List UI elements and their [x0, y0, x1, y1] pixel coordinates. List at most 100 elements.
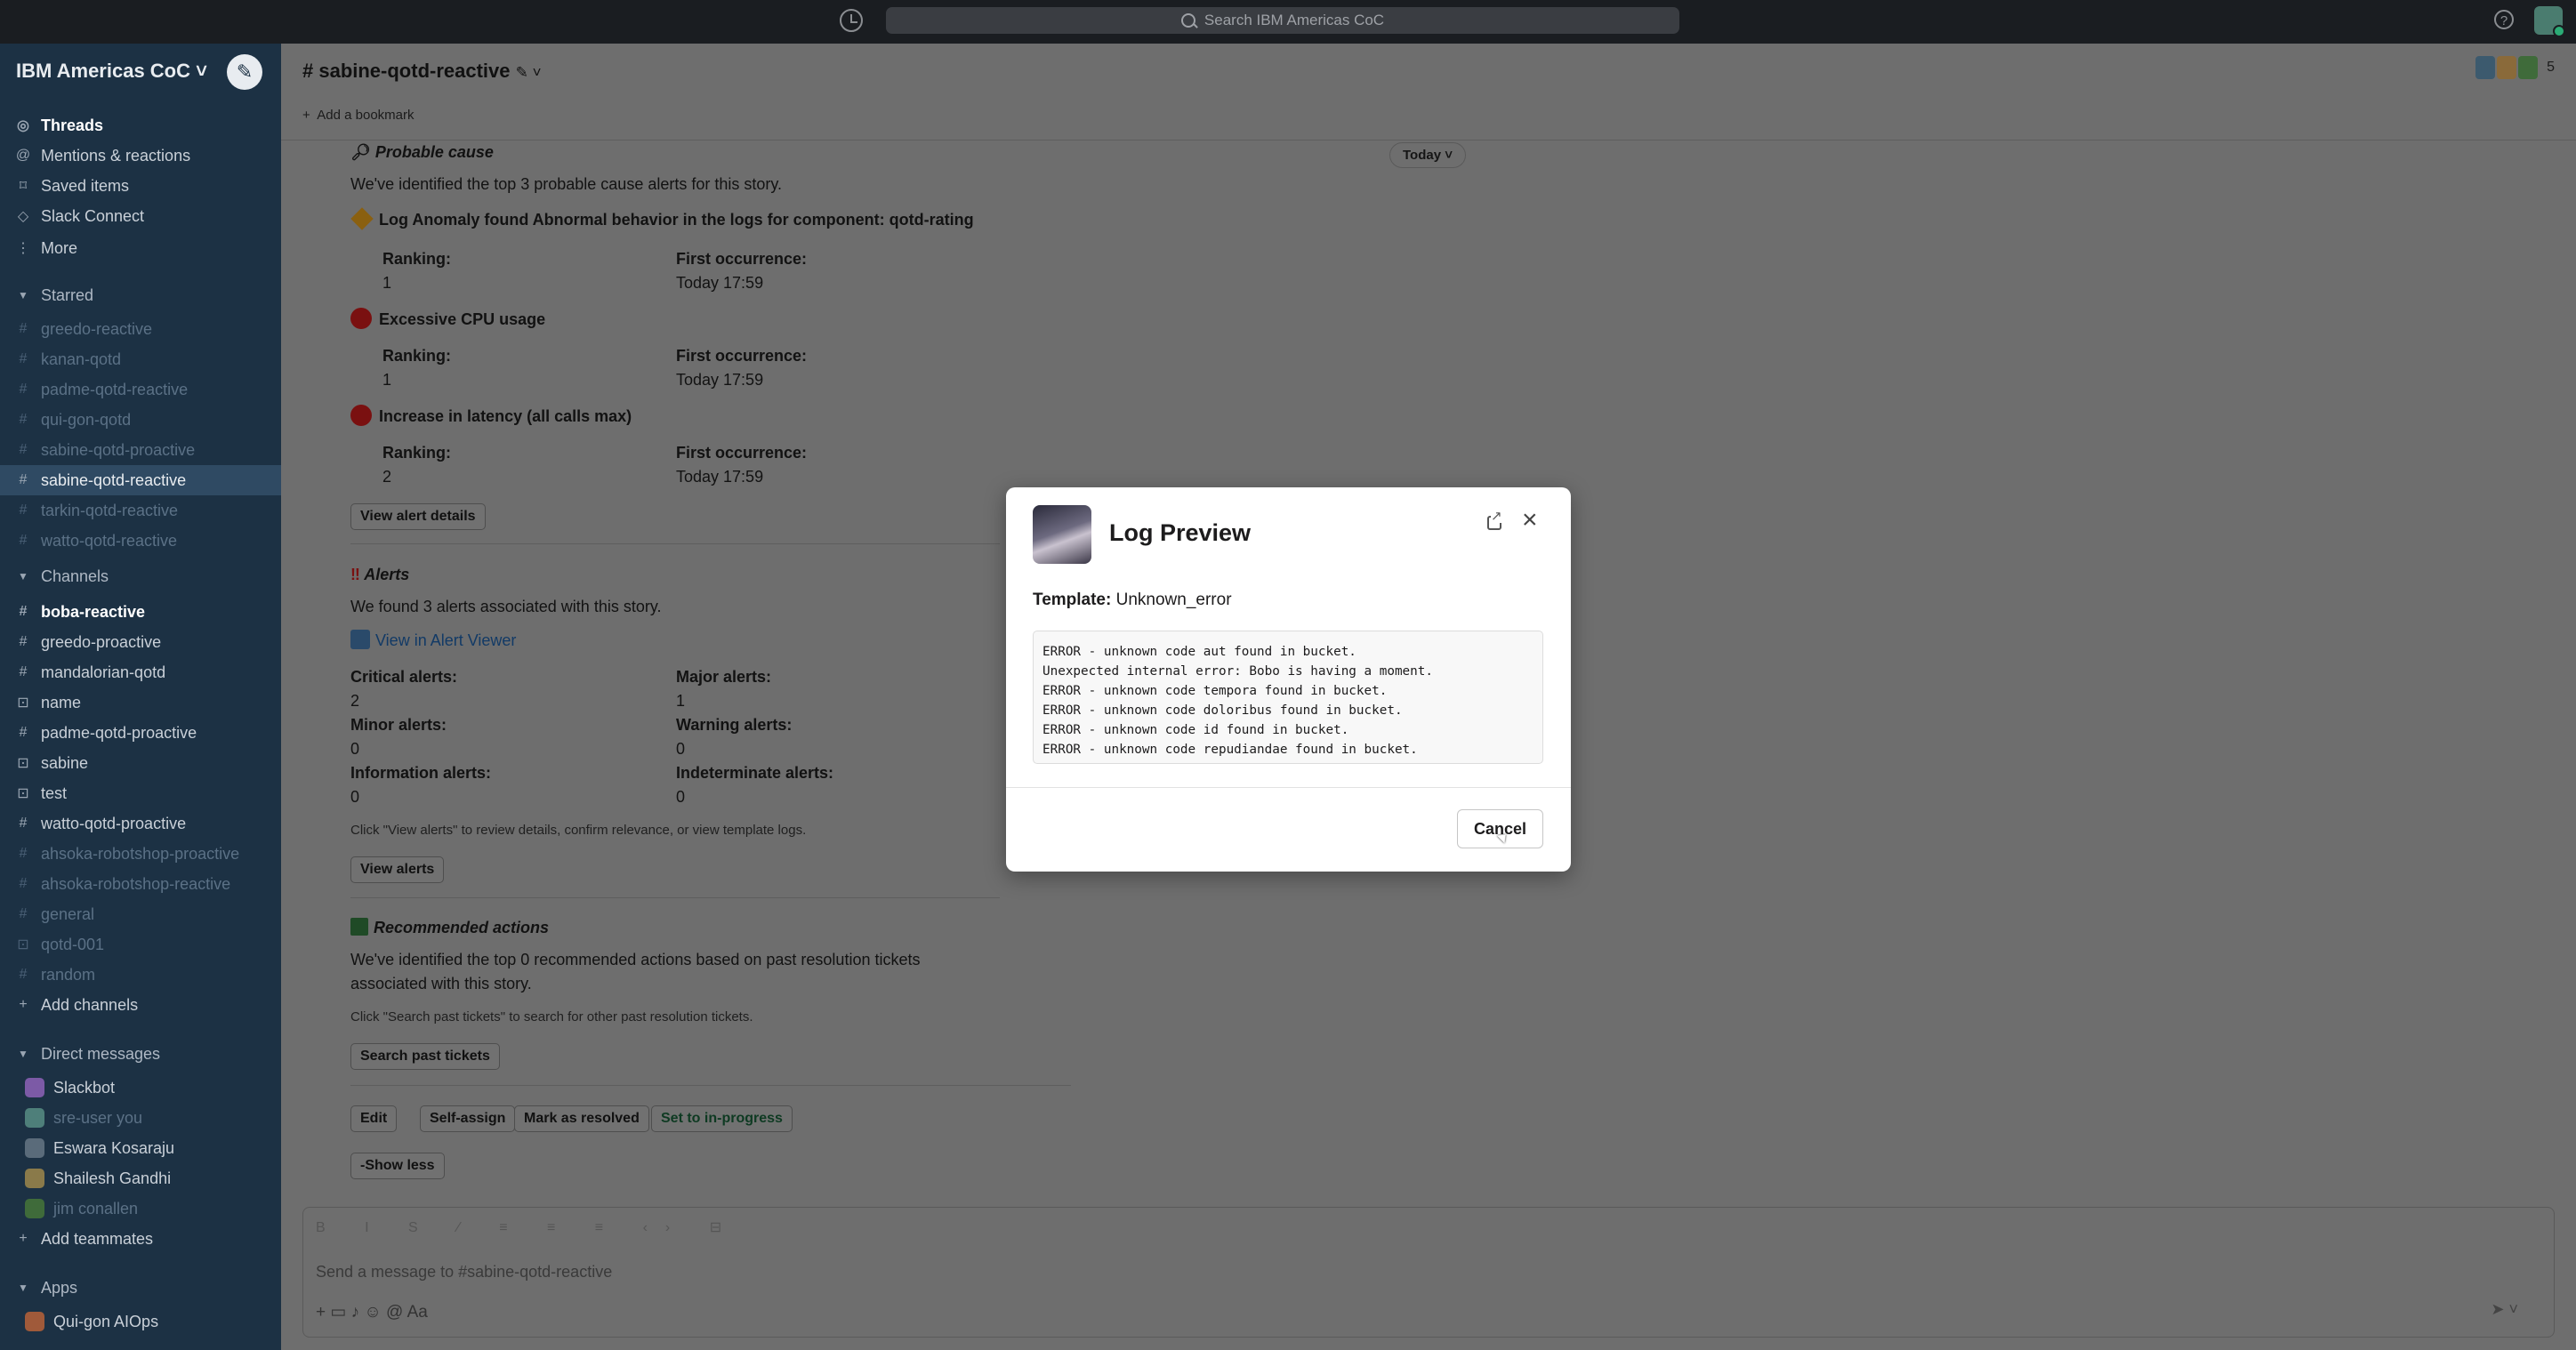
- ranking-value: 1: [382, 274, 392, 292]
- alerts-heading: ‼ Alerts: [350, 566, 410, 583]
- magnifier-icon: 🔎︎: [350, 143, 371, 161]
- section-starred[interactable]: ▼ Starred: [0, 280, 281, 310]
- view-alerts-button[interactable]: View alerts: [350, 856, 445, 883]
- minor-alerts-label: Minor alerts:: [350, 716, 447, 734]
- channel-item[interactable]: # tarkin-qotd-reactive: [0, 495, 281, 526]
- sidebar-item-mentions[interactable]: @ Mentions & reactions: [0, 141, 281, 171]
- hash-icon: #: [19, 442, 28, 457]
- message-composer[interactable]: B I S ⁄ ≡ ≡ ≡ ‹› ⊟ Send a message to #sa…: [302, 1207, 2555, 1338]
- alert-title: Log Anomaly found Abnormal behavior in t…: [350, 207, 974, 230]
- channel-item[interactable]: # greedo-proactive: [0, 627, 281, 657]
- caret-down-icon: ▼: [18, 1048, 28, 1060]
- sidebar-item-slack-connect[interactable]: ◇ Slack Connect: [0, 201, 281, 231]
- channel-item[interactable]: # general: [0, 899, 281, 929]
- lock-icon: ⊡: [17, 786, 29, 801]
- minor-alerts-value: 0: [350, 740, 360, 758]
- self-assign-button[interactable]: Self-assign: [420, 1105, 516, 1132]
- recommended-actions-heading: Recommended actions: [350, 918, 549, 937]
- show-less-button[interactable]: -Show less: [350, 1153, 445, 1179]
- log-code-block: ERROR - unknown code aut found in bucket…: [1033, 631, 1543, 764]
- probable-cause-desc: We've identified the top 3 probable caus…: [350, 175, 783, 193]
- sidebar-item-more[interactable]: ⋮ More: [0, 233, 281, 263]
- hash-icon: #: [19, 725, 28, 740]
- user-avatar[interactable]: [2534, 6, 2565, 37]
- view-alert-details-button[interactable]: View alert details: [350, 503, 486, 530]
- ranking-label: Ranking:: [382, 347, 452, 365]
- member-avatars[interactable]: 5: [2475, 56, 2555, 79]
- add-channels-button[interactable]: + Add channels: [0, 990, 281, 1020]
- add-teammates-button[interactable]: + Add teammates: [0, 1224, 281, 1254]
- log-line: Unexpected internal error: Bobo is havin…: [1042, 664, 1433, 679]
- major-alerts-label: Major alerts:: [676, 668, 772, 686]
- warning-alerts-label: Warning alerts:: [676, 716, 793, 734]
- help-icon[interactable]: ?: [2494, 10, 2514, 29]
- log-line: ERROR - unknown code doloribus found in …: [1042, 703, 1403, 718]
- channel-item[interactable]: ⊡ sabine: [0, 748, 281, 778]
- channel-item[interactable]: # padme-qotd-reactive: [0, 374, 281, 405]
- cancel-button[interactable]: Cancel: [1457, 809, 1543, 848]
- caret-down-icon: ▼: [18, 1282, 28, 1294]
- log-line: ERROR - unknown code id found in bucket.: [1042, 723, 1349, 737]
- edit-button[interactable]: Edit: [350, 1105, 398, 1132]
- formatting-toolbar[interactable]: B I S ⁄ ≡ ≡ ≡ ‹› ⊟: [316, 1218, 739, 1236]
- channel-item[interactable]: # watto-qotd-proactive: [0, 808, 281, 839]
- dm-item[interactable]: Eswara Kosaraju: [0, 1133, 281, 1163]
- channel-item[interactable]: # ahsoka-robotshop-reactive: [0, 869, 281, 899]
- channel-item[interactable]: # watto-qotd-reactive: [0, 526, 281, 556]
- first-occurrence-label: First occurrence:: [676, 347, 808, 365]
- dm-item[interactable]: sre-user you: [0, 1103, 281, 1133]
- sidebar-item-saved[interactable]: ⌑ Saved items: [0, 171, 281, 201]
- channel-item[interactable]: # mandalorian-qotd: [0, 657, 281, 687]
- view-in-alert-viewer-link[interactable]: View in Alert Viewer: [350, 630, 516, 650]
- history-icon[interactable]: [840, 9, 863, 32]
- channel-item[interactable]: ⊡ name: [0, 687, 281, 718]
- hash-icon: #: [19, 472, 28, 487]
- section-apps[interactable]: ▼ Apps: [0, 1273, 281, 1303]
- open-in-new-icon[interactable]: [1487, 510, 1502, 530]
- channel-item[interactable]: # random: [0, 960, 281, 990]
- date-divider-button[interactable]: Today ˅: [1389, 142, 1466, 168]
- divider: [350, 543, 1000, 544]
- channel-item[interactable]: # sabine-qotd-proactive: [0, 435, 281, 465]
- log-line: ERROR - unknown code aut found in bucket…: [1042, 645, 1356, 659]
- channel-item[interactable]: ⊡ test: [0, 778, 281, 808]
- channel-item[interactable]: # greedo-reactive: [0, 314, 281, 344]
- section-channels[interactable]: ▼ Channels: [0, 561, 281, 591]
- channel-settings-icon[interactable]: ✎ ˅: [516, 64, 542, 81]
- workspace-name[interactable]: IBM Americas CoC ˅: [16, 60, 207, 83]
- compose-icon[interactable]: ✎: [227, 54, 262, 90]
- channel-item[interactable]: # qui-gon-qotd: [0, 405, 281, 435]
- hash-icon: #: [19, 967, 28, 982]
- mark-as-resolved-button[interactable]: Mark as resolved: [514, 1105, 649, 1132]
- lock-icon: ⊡: [17, 695, 29, 711]
- send-icon[interactable]: ➤ ˅: [2491, 1300, 2518, 1319]
- at-icon: @: [15, 148, 31, 163]
- channel-item[interactable]: # boba-reactive: [0, 597, 281, 627]
- sidebar-item-threads[interactable]: ◎ Threads: [0, 110, 281, 141]
- divider: [350, 1085, 1071, 1086]
- dm-item[interactable]: Slackbot: [0, 1073, 281, 1103]
- channel-item[interactable]: # padme-qotd-proactive: [0, 718, 281, 748]
- search-past-tickets-button[interactable]: Search past tickets: [350, 1043, 500, 1070]
- hash-icon: #: [19, 412, 28, 427]
- message-input[interactable]: Send a message to #sabine-qotd-reactive: [316, 1263, 612, 1282]
- red-circle-icon: [350, 308, 372, 329]
- section-direct-messages[interactable]: ▼ Direct messages: [0, 1039, 281, 1069]
- search-input[interactable]: Search IBM Americas CoC: [886, 7, 1679, 34]
- close-icon[interactable]: ×: [1522, 507, 1538, 534]
- dm-item[interactable]: jim conallen: [0, 1193, 281, 1224]
- search-placeholder: Search IBM Americas CoC: [1203, 12, 1385, 28]
- major-alerts-value: 1: [676, 692, 686, 710]
- channel-item[interactable]: # kanan-qotd: [0, 344, 281, 374]
- add-bookmark-button[interactable]: + Add a bookmark: [302, 108, 415, 123]
- channel-item[interactable]: ⊡ qotd-001: [0, 929, 281, 960]
- channel-item[interactable]: # ahsoka-robotshop-proactive: [0, 839, 281, 869]
- channel-title[interactable]: # sabine-qotd-reactive ✎ ˅: [302, 60, 542, 83]
- dm-item[interactable]: Shailesh Gandhi: [0, 1163, 281, 1193]
- set-in-progress-button[interactable]: Set to in-progress: [651, 1105, 793, 1132]
- composer-tools[interactable]: + ▭ ♪ ☺ @ Aa: [316, 1302, 428, 1322]
- warning-diamond-icon: [350, 207, 374, 230]
- app-item[interactable]: Qui-gon AIOps: [0, 1306, 281, 1337]
- channel-item-active[interactable]: # sabine-qotd-reactive: [0, 465, 281, 495]
- avatar: [2497, 56, 2517, 79]
